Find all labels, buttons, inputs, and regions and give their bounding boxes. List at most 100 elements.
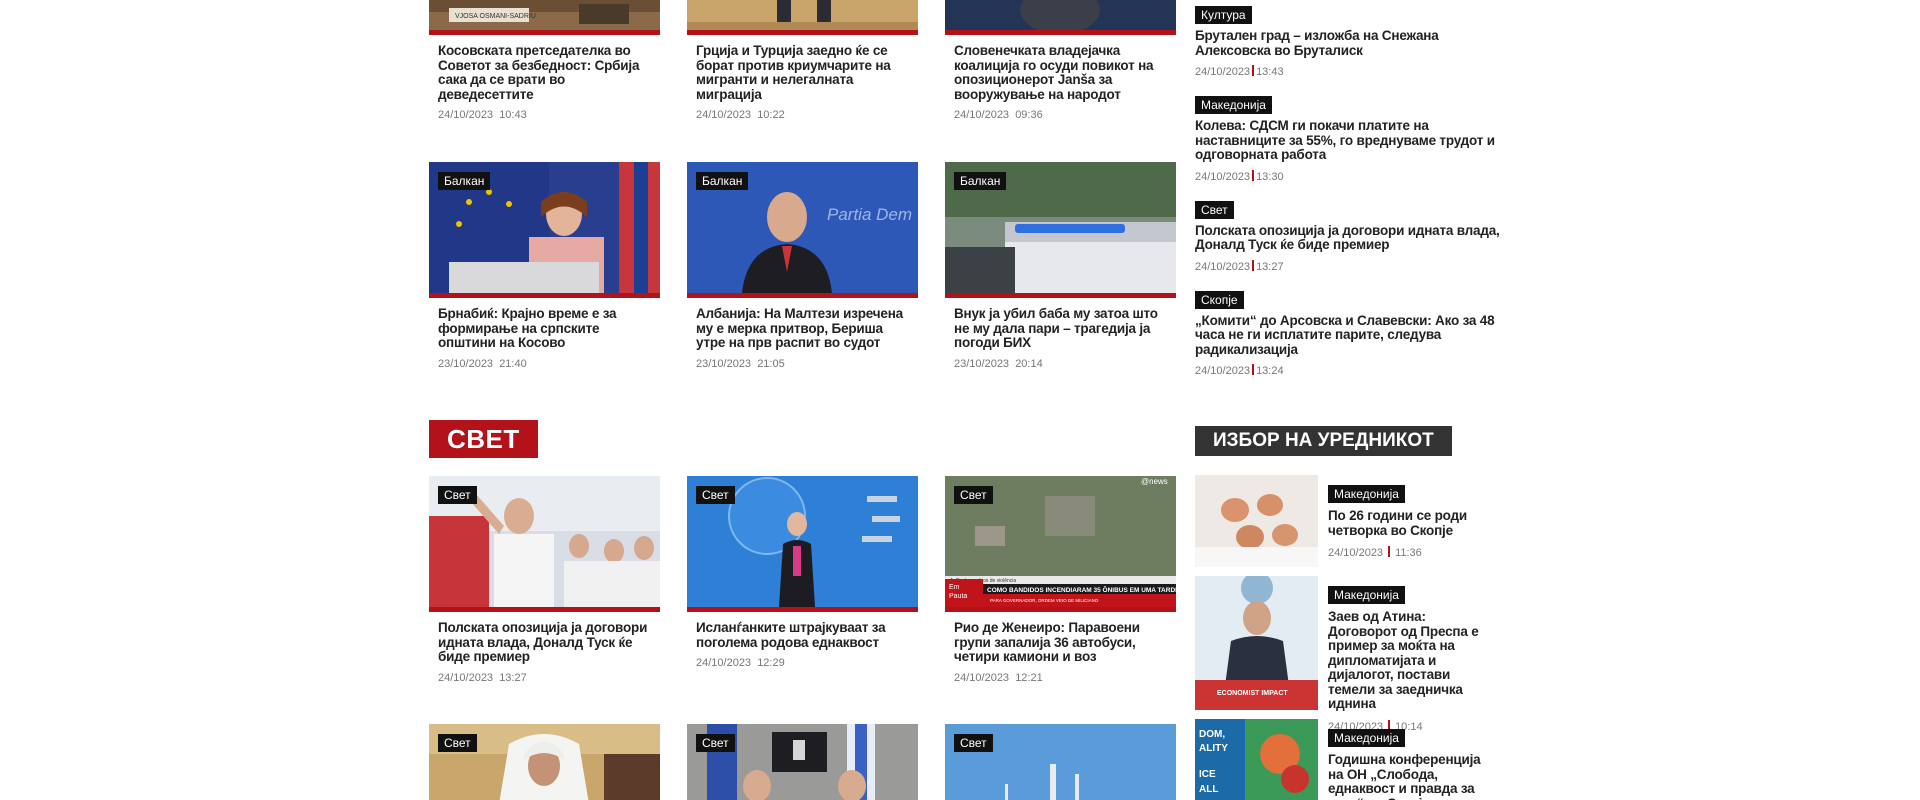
list-item-title[interactable]: Полската опозиција ја договори идната вл… (1195, 223, 1500, 253)
news-card[interactable]: Свет (687, 724, 918, 800)
news-card[interactable]: @news A. Paulo e retiros de violência CO… (945, 476, 1176, 684)
svg-text:Pauta: Pauta (949, 593, 967, 600)
greece-turkey-photo (687, 0, 918, 30)
category-tag[interactable]: Свет (696, 734, 735, 752)
list-item-title[interactable]: „Комити“ до Арсовска и Славевски: Ако за… (1195, 313, 1500, 358)
editors-pick-item[interactable]: ECONOMIST IMPACT Македонија Заев од Атин… (1195, 576, 1500, 733)
news-card[interactable]: Свет (945, 724, 1176, 800)
category-tag[interactable]: Балкан (954, 172, 1007, 190)
news-thumbnail[interactable] (945, 0, 1176, 35)
category-tag[interactable]: Македонија (1328, 729, 1405, 747)
news-title[interactable]: Внук ја убил баба му затоа што не му дал… (954, 306, 1167, 351)
news-card[interactable]: Свет (429, 724, 660, 800)
news-date: 24/10/2023 13:27 (438, 671, 527, 684)
svg-text:Em: Em (949, 584, 960, 591)
un-conference-photo: DOM, ALITY ICE ALL (1195, 719, 1318, 800)
news-date: 24/10/2023 12:21 (954, 671, 1043, 684)
news-title[interactable]: Албанија: На Малтези изречена му е мерка… (696, 306, 909, 351)
category-tag[interactable]: Балкан (438, 172, 491, 190)
list-item-date: 24/10/2023 13:30 (1195, 169, 1284, 183)
list-item[interactable]: Култура Брутален град – изложба на Снежа… (1195, 6, 1500, 78)
news-thumbnail[interactable]: Partia Dem Балкан (687, 162, 918, 298)
category-tag[interactable]: Македонија (1195, 96, 1272, 114)
news-title[interactable]: Исланѓанките штрајкуваат за поголема род… (696, 620, 909, 650)
list-item-title[interactable]: Колева: СДСМ ги покачи платите на настав… (1195, 118, 1500, 163)
news-title[interactable]: Косовската претседателка во Советот за б… (438, 43, 651, 102)
category-tag[interactable]: Свет (438, 734, 477, 752)
category-tag[interactable]: Свет (954, 734, 993, 752)
news-card[interactable]: Свет Полската опозиција ја договори идна… (429, 476, 660, 684)
news-thumbnail[interactable]: Свет (429, 476, 660, 612)
list-item[interactable]: Скопје „Комити“ до Арсовска и Славевски:… (1195, 290, 1500, 377)
editors-pick-item[interactable]: DOM, ALITY ICE ALL Македонија Годишна ко… (1195, 719, 1500, 800)
svg-text:ICE: ICE (1199, 769, 1216, 780)
list-item-date: 24/10/2023 13:24 (1195, 364, 1284, 377)
category-tag[interactable]: Балкан (696, 172, 749, 190)
news-title[interactable]: Полската опозиција ја договори идната вл… (438, 620, 651, 665)
svg-text:Partia Dem: Partia Dem (827, 205, 912, 224)
news-date: 24/10/2023 10:22 (696, 109, 785, 121)
news-date: 23/10/2023 20:14 (954, 357, 1043, 370)
editors-pick-item[interactable]: Македонија По 26 години се роди четворка… (1195, 475, 1500, 567)
list-item[interactable]: Свет Полската опозиција ја договори идна… (1195, 200, 1500, 273)
svg-text:PARA GOVERNADOR, ORDEM VEIO DE: PARA GOVERNADOR, ORDEM VEIO DE MILICIANO (990, 598, 1099, 603)
news-date: 24/10/2023 10:43 (438, 109, 527, 121)
news-card[interactable]: Partia Dem Балкан Албанија: На Малтези и… (687, 162, 918, 370)
news-thumbnail[interactable] (687, 0, 918, 35)
svg-text:ALL: ALL (1199, 784, 1218, 795)
category-tag[interactable]: Свет (696, 486, 735, 504)
pick-body: Македонија По 26 години се роди четворка… (1328, 485, 1498, 559)
babies-photo (1195, 475, 1318, 567)
news-card[interactable]: Грција и Турција заедно ќе се борат прот… (687, 0, 918, 121)
news-card[interactable]: Балкан Брнабиќ: Крајно време е за формир… (429, 162, 660, 370)
svg-text:ALITY: ALITY (1199, 743, 1228, 754)
news-date: 23/10/2023 21:05 (696, 357, 785, 370)
pick-title[interactable]: По 26 години се роди четворка во Скопје (1328, 508, 1498, 538)
pick-thumbnail[interactable] (1195, 475, 1318, 567)
category-tag[interactable]: Скопје (1195, 290, 1244, 309)
section-title-world[interactable]: СВЕТ (429, 420, 538, 458)
news-thumbnail[interactable]: Свет (687, 724, 918, 800)
list-item-title[interactable]: Брутален град – изложба на Снежана Алекс… (1195, 28, 1500, 58)
category-tag[interactable]: Свет (954, 486, 993, 504)
news-date: 23/10/2023 21:40 (438, 357, 527, 370)
pick-date: 24/10/2023 11:36 (1328, 546, 1422, 559)
zaev-athens-photo: ECONOMIST IMPACT (1195, 576, 1318, 710)
svg-text:@news: @news (1141, 477, 1168, 486)
category-tag[interactable]: Култура (1195, 6, 1252, 24)
pick-thumbnail[interactable]: DOM, ALITY ICE ALL (1195, 719, 1318, 800)
latest-news-list: Култура Брутален град – изложба на Снежа… (1195, 6, 1500, 395)
pick-body: Македонија Годишна конференција на ОН „С… (1328, 729, 1498, 800)
pick-thumbnail[interactable]: ECONOMIST IMPACT (1195, 576, 1318, 710)
news-card[interactable]: VJOSA OSMANI-SADRIU Косовската претседат… (429, 0, 660, 121)
svg-text:DOM,: DOM, (1199, 729, 1225, 740)
news-thumbnail[interactable]: VJOSA OSMANI-SADRIU (429, 0, 660, 35)
news-title[interactable]: Брнабиќ: Крајно време е за формирање на … (438, 306, 651, 351)
slovenia-photo (945, 0, 1176, 30)
news-title[interactable]: Грција и Турција заедно ќе се борат прот… (696, 43, 909, 102)
news-card[interactable]: Свет Исланѓанките штрајкуваат за поголем… (687, 476, 918, 669)
svg-text:ECONOMIST IMPACT: ECONOMIST IMPACT (1217, 690, 1288, 697)
category-tag[interactable]: Македонија (1328, 485, 1405, 503)
news-card[interactable]: Словенечката владејачка коалиција го осу… (945, 0, 1176, 121)
category-tag[interactable]: Свет (438, 486, 477, 504)
news-thumbnail[interactable]: Свет (687, 476, 918, 612)
news-title[interactable]: Рио де Женеиро: Паравоени групи запалија… (954, 620, 1167, 665)
list-item[interactable]: Македонија Колева: СДСМ ги покачи платит… (1195, 96, 1500, 183)
pick-title[interactable]: Заев од Атина: Договорот од Преспа е при… (1328, 609, 1498, 712)
list-item-date: 24/10/2023 13:43 (1195, 65, 1284, 78)
news-thumbnail[interactable]: Балкан (945, 162, 1176, 298)
category-tag[interactable]: Македонија (1328, 586, 1405, 604)
news-thumbnail[interactable]: Балкан (429, 162, 660, 298)
pick-title[interactable]: Годишна конференција на ОН „Слобода, едн… (1328, 752, 1498, 800)
news-title[interactable]: Словенечката владејачка коалиција го осу… (954, 43, 1167, 102)
news-thumbnail[interactable]: Свет (429, 724, 660, 800)
news-card[interactable]: Балкан Внук ја убил баба му затоа што не… (945, 162, 1176, 370)
svg-text:VJOSA OSMANI-SADRIU: VJOSA OSMANI-SADRIU (455, 13, 536, 20)
news-thumbnail[interactable]: Свет (945, 724, 1176, 800)
news-date: 24/10/2023 12:29 (696, 657, 785, 669)
editors-pick-title: ИЗБОР НА УРЕДНИКОТ (1195, 426, 1452, 456)
category-tag[interactable]: Свет (1195, 200, 1234, 219)
news-thumbnail[interactable]: @news A. Paulo e retiros de violência CO… (945, 476, 1176, 612)
security-council-photo: VJOSA OSMANI-SADRIU (429, 0, 660, 30)
